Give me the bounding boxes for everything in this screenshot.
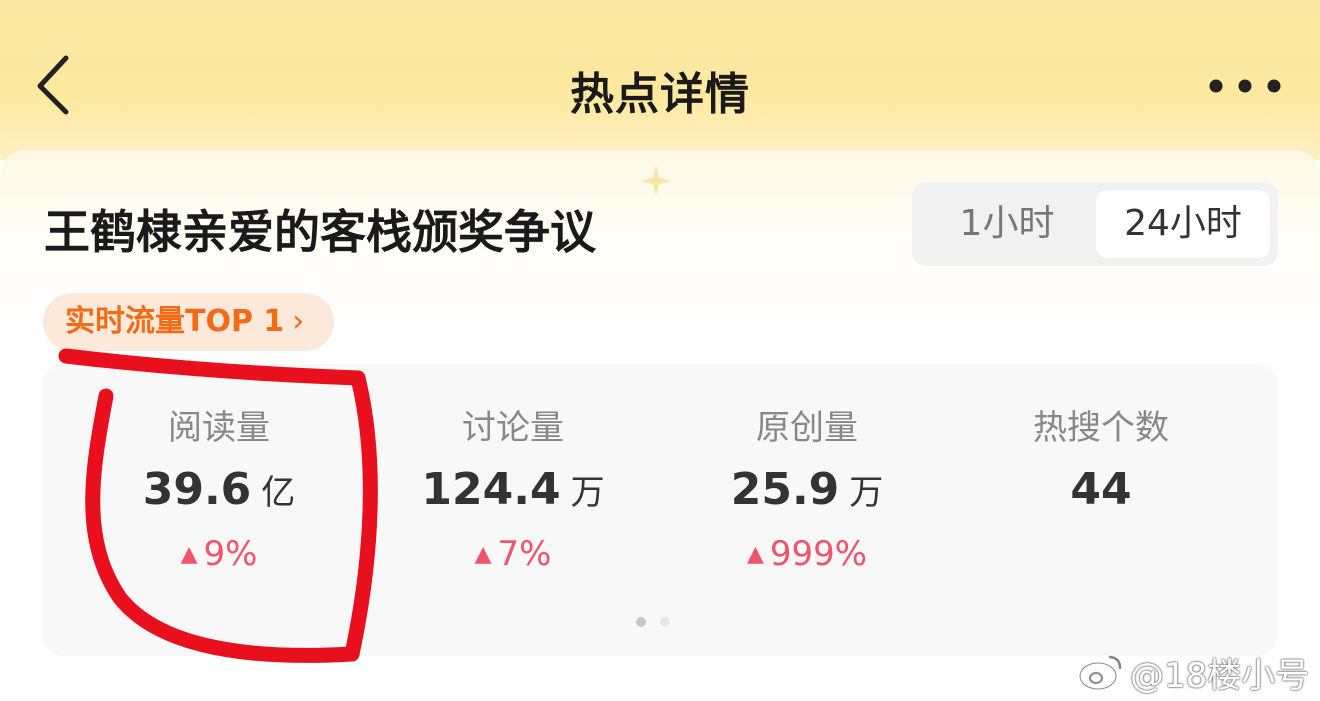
stat-value: 25.9 万 bbox=[660, 464, 954, 515]
more-button[interactable] bbox=[1204, 68, 1288, 104]
stat-label: 原创量 bbox=[756, 408, 858, 448]
carousel-dot bbox=[660, 617, 670, 627]
triangle-up-icon: ▲ bbox=[474, 542, 492, 567]
rank-badge[interactable]: 实时流量TOP 1 › bbox=[43, 293, 335, 351]
stat-unit: 亿 bbox=[261, 473, 296, 513]
stat-change: ▲ 999% bbox=[660, 534, 954, 574]
stat-change: ▲ 9% bbox=[72, 534, 366, 574]
stat-change-value: 999% bbox=[769, 534, 868, 574]
chevron-right-icon: › bbox=[292, 304, 305, 339]
stat-label: 热搜个数 bbox=[1033, 408, 1169, 448]
triangle-up-icon: ▲ bbox=[180, 542, 198, 567]
time-range-toggle: 1小时 24小时 bbox=[912, 182, 1278, 266]
stat-unit: 万 bbox=[570, 473, 605, 513]
time-option-24h[interactable]: 24小时 bbox=[1096, 190, 1270, 258]
stat-value: 124.4 万 bbox=[366, 464, 660, 515]
stat-number: 39.6 bbox=[142, 464, 252, 515]
header-bar: 热点详情 bbox=[0, 0, 1320, 160]
stat-unit: 万 bbox=[849, 473, 884, 513]
carousel-dot-active bbox=[636, 617, 646, 627]
stat-label: 阅读量 bbox=[168, 408, 270, 448]
sparkle-icon bbox=[641, 166, 671, 196]
stat-number: 124.4 bbox=[421, 464, 561, 515]
watermark-text: @18楼小号 bbox=[1130, 656, 1310, 696]
stat-label: 讨论量 bbox=[462, 408, 564, 448]
stat-value: 39.6 亿 bbox=[72, 464, 366, 515]
triangle-up-icon: ▲ bbox=[746, 542, 764, 567]
time-option-1h[interactable]: 1小时 bbox=[920, 190, 1094, 258]
stat-value: 44 bbox=[954, 464, 1248, 515]
stats-panel: 阅读量 39.6 亿 ▲ 9% 讨论量 124.4 万 ▲ 7% 原创量 25.9 万 ▲… bbox=[42, 364, 1278, 656]
topic-title: 王鹤棣亲爱的客栈颁奖争议 bbox=[44, 205, 596, 259]
more-dots-icon bbox=[1209, 79, 1281, 93]
weibo-logo-icon bbox=[1078, 655, 1122, 691]
page-title: 热点详情 bbox=[570, 69, 750, 120]
stat-number: 44 bbox=[1070, 464, 1132, 515]
stat-change-value: 7% bbox=[497, 534, 552, 574]
stat-change-value: 9% bbox=[203, 534, 258, 574]
stat-change: ▲ 7% bbox=[366, 534, 660, 574]
stat-number: 25.9 bbox=[730, 464, 840, 515]
rank-badge-label: 实时流量TOP 1 bbox=[65, 304, 285, 339]
